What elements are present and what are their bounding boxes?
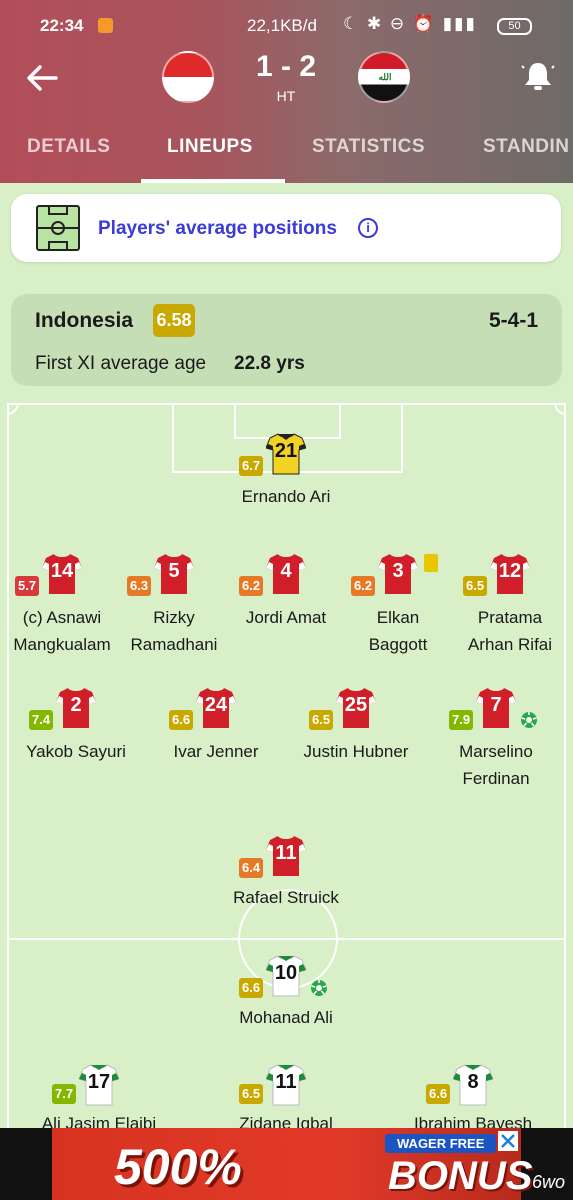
shirt-icon: 12	[490, 552, 530, 596]
shirt-icon: 8	[453, 1063, 493, 1107]
match-score: 1 - 2	[255, 50, 317, 83]
shirt-icon: 14	[42, 552, 82, 596]
shirt-number: 5	[168, 560, 180, 582]
ad-bonus-text: BONUS	[388, 1154, 533, 1198]
player-rating: 6.3	[127, 576, 152, 596]
ad-brand-logo: 6wo	[532, 1172, 566, 1192]
tab-statistics[interactable]: STATISTICS	[312, 136, 425, 158]
shirt-number: 8	[467, 1071, 479, 1093]
player-name-line1: Pratama	[477, 608, 543, 627]
corner-arc-right	[554, 403, 566, 415]
player-rating: 6.5	[309, 710, 334, 730]
shirt-icon: 4	[266, 552, 306, 596]
shirt-icon: 10	[266, 954, 306, 998]
shirt-icon: 17	[79, 1063, 119, 1107]
player-rating: 7.4	[29, 710, 54, 730]
notification-app-icon	[98, 18, 113, 33]
player-rating: 6.6	[239, 978, 264, 998]
shirt-number: 11	[275, 842, 297, 864]
player-rating: 6.6	[426, 1084, 451, 1104]
player-rating: 7.9	[449, 710, 474, 730]
active-tab-indicator	[141, 179, 285, 183]
team-summary: Indonesia 6.58 5-4-1 First XI average ag…	[11, 294, 562, 386]
match-header: 22:34 22,1KB/d ☾ ✱ ⊖ ⏰ ▮▮▮ 50 1 - 2 HT ا…	[0, 0, 573, 183]
status-time: 22:34	[40, 16, 84, 35]
team-rating-badge: 6.58	[153, 304, 195, 337]
average-positions-label: Players' average positions	[98, 218, 337, 239]
shirt-icon: 3	[378, 552, 418, 596]
player-name-line1: Yakob Sayuri	[26, 742, 126, 761]
ad-banner[interactable]: 500% WAGER FREE BONUS 6wo	[0, 1128, 573, 1200]
shirt-number: 25	[344, 694, 368, 716]
player-name-line2: Arhan Rifai	[467, 635, 553, 654]
player-rating: 6.7	[239, 456, 264, 476]
shirt-number: 11	[275, 1071, 297, 1093]
player-name-line1: Mohanad Ali	[239, 1008, 333, 1027]
player-rating: 7.7	[52, 1084, 77, 1104]
ad-wager-text: WAGER FREE	[385, 1134, 497, 1153]
tab-standings[interactable]: STANDIN	[483, 136, 570, 158]
ad-percent-text: 500%	[114, 1139, 242, 1195]
shirt-icon: 2	[56, 686, 96, 730]
player-rating: 6.5	[463, 576, 488, 596]
network-speed: 22,1KB/d	[247, 16, 317, 35]
back-arrow-icon[interactable]	[22, 58, 62, 98]
shirt-icon: 11	[266, 1063, 306, 1107]
shirt-number: 24	[204, 694, 228, 716]
shirt-icon: 21	[266, 432, 306, 476]
player-rating: 6.2	[239, 576, 264, 596]
shirt-number: 17	[87, 1071, 111, 1093]
team-formation: 5-4-1	[488, 309, 538, 332]
match-status: HT	[276, 88, 296, 104]
shirt-number: 7	[490, 694, 502, 716]
tab-bar: DETAILS LINEUPS STATISTICS STANDIN	[0, 130, 573, 183]
shirt-number: 2	[70, 694, 82, 716]
shirt-number: 14	[50, 560, 74, 582]
shirt-number: 12	[498, 560, 522, 582]
shirt-number: 10	[274, 962, 298, 984]
ad-creative[interactable]: 500% WAGER FREE BONUS 6wo	[52, 1128, 565, 1200]
notification-bell-icon[interactable]	[520, 58, 556, 94]
shirt-number: 3	[392, 560, 404, 582]
pitch-icon	[35, 204, 81, 252]
player-rating: 5.7	[15, 576, 40, 596]
info-icon[interactable]: i	[358, 218, 378, 238]
shirt-number: 21	[274, 440, 298, 462]
player-rating: 6.4	[239, 858, 264, 878]
goal-ball-icon	[520, 711, 538, 729]
player-rating: 6.5	[239, 1084, 264, 1104]
player-name: Ernando Ari	[241, 487, 331, 506]
shirt-icon: 24	[196, 686, 236, 730]
team-name: Indonesia	[35, 309, 134, 332]
system-icons: ☾ ✱ ⊖ ⏰ ▮▮▮	[343, 14, 477, 33]
shirt-icon: 11	[266, 834, 306, 878]
corner-arc-left	[7, 403, 19, 415]
tab-details[interactable]: DETAILS	[27, 136, 110, 158]
shirt-icon: 25	[336, 686, 376, 730]
player-name-line1: Ivar Jenner	[173, 742, 259, 761]
player-name-line2: Ramadhani	[130, 635, 218, 654]
tab-lineups[interactable]: LINEUPS	[167, 136, 253, 158]
home-team-flag[interactable]	[162, 51, 214, 103]
ad-close-icon[interactable]	[498, 1131, 518, 1151]
player-name-line1: Justin Hubner	[303, 742, 409, 761]
player-name-line1: Marselino	[459, 742, 533, 761]
yellow-card-icon	[424, 554, 438, 572]
player-rating: 6.6	[169, 710, 194, 730]
player-name-line1: Rafael Struick	[233, 888, 339, 907]
average-positions-button[interactable]: Players' average positions i	[11, 194, 561, 262]
average-age-value: 22.8 yrs	[234, 353, 305, 374]
player-name-line2: Ferdinan	[462, 769, 530, 788]
away-team-flag[interactable]: الله	[358, 51, 410, 103]
battery-icon: 50	[497, 18, 532, 35]
shirt-icon: 5	[154, 552, 194, 596]
shirt-number: 4	[280, 560, 292, 582]
shirt-icon: 7	[476, 686, 516, 730]
status-bar: 22:34 22,1KB/d ☾ ✱ ⊖ ⏰ ▮▮▮ 50	[0, 0, 573, 50]
goal-ball-icon	[310, 979, 328, 997]
average-age-label: First XI average age	[35, 353, 207, 374]
player-rating: 6.2	[351, 576, 376, 596]
